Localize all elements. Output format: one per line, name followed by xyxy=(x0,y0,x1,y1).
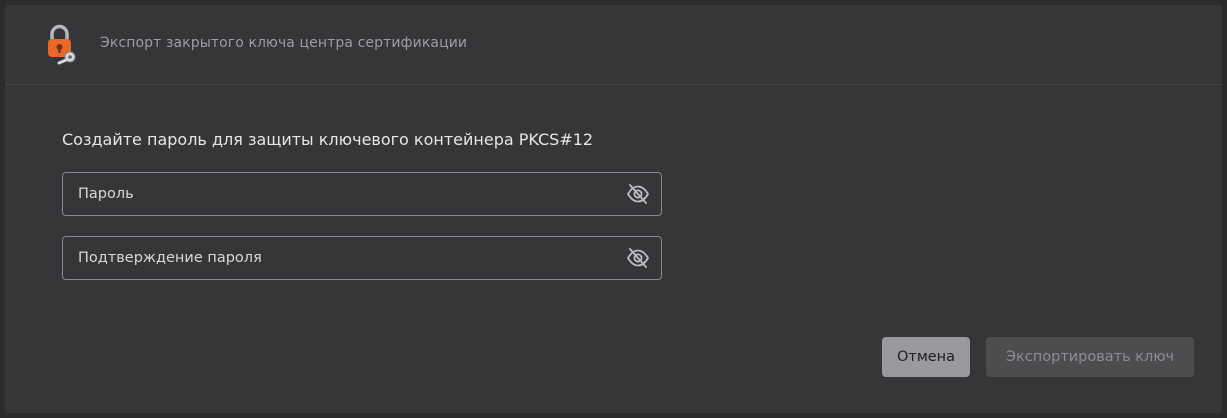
eye-slash-icon[interactable] xyxy=(626,183,650,205)
dialog-window: Экспорт закрытого ключа центра сертифика… xyxy=(5,5,1222,413)
password-field[interactable] xyxy=(62,172,662,216)
confirm-password-field[interactable] xyxy=(62,236,662,280)
eye-slash-icon[interactable] xyxy=(626,247,650,269)
dialog-title: Экспорт закрытого ключа центра сертифика… xyxy=(100,35,468,51)
export-key-button[interactable]: Экспортировать ключ xyxy=(986,337,1194,377)
password-input[interactable] xyxy=(63,173,603,215)
form-heading: Создайте пароль для защиты ключевого кон… xyxy=(62,130,594,149)
padlock-with-key-icon xyxy=(40,23,80,65)
confirm-password-input[interactable] xyxy=(63,237,603,279)
cancel-button[interactable]: Отмена xyxy=(882,337,970,377)
dialog-header: Экспорт закрытого ключа центра сертифика… xyxy=(5,5,1222,85)
